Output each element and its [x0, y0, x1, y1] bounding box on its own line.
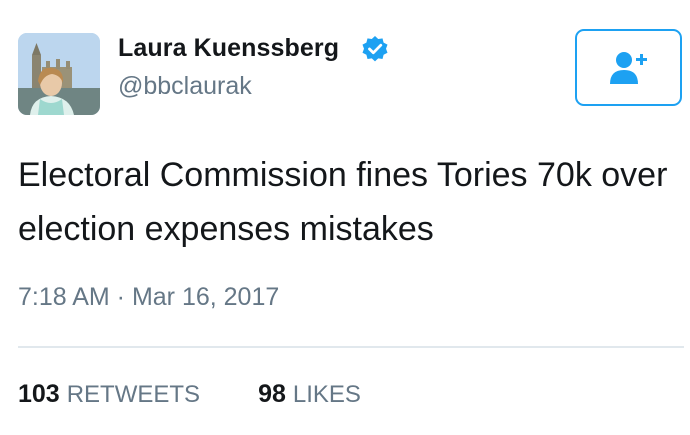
retweets-label: RETWEETS [66, 381, 201, 408]
retweets-count: 103 [18, 380, 60, 408]
likes-count: 98 [258, 380, 286, 408]
verified-badge-icon [362, 36, 388, 62]
user-handle[interactable]: @bbclaurak [118, 72, 252, 101]
display-name[interactable]: Laura Kuenssberg [118, 34, 339, 63]
divider [18, 346, 684, 348]
avatar[interactable] [18, 33, 100, 115]
tweet-text: Electoral Commission fines Tories 70k ov… [18, 156, 668, 248]
likes-stat[interactable]: 98 LIKES [258, 380, 361, 409]
tweet-stats: 103 RETWEETS 98 LIKES [18, 380, 361, 409]
follow-button[interactable] [575, 29, 682, 106]
profile-photo-icon [18, 33, 100, 115]
tweet-card: Laura Kuenssberg @bbclaurak Electoral Co… [0, 0, 690, 435]
tweet-timestamp[interactable]: 7:18 AM · Mar 16, 2017 [18, 283, 279, 312]
add-user-icon [609, 51, 647, 84]
retweets-stat[interactable]: 103 RETWEETS [18, 380, 200, 409]
likes-label: LIKES [292, 381, 361, 408]
